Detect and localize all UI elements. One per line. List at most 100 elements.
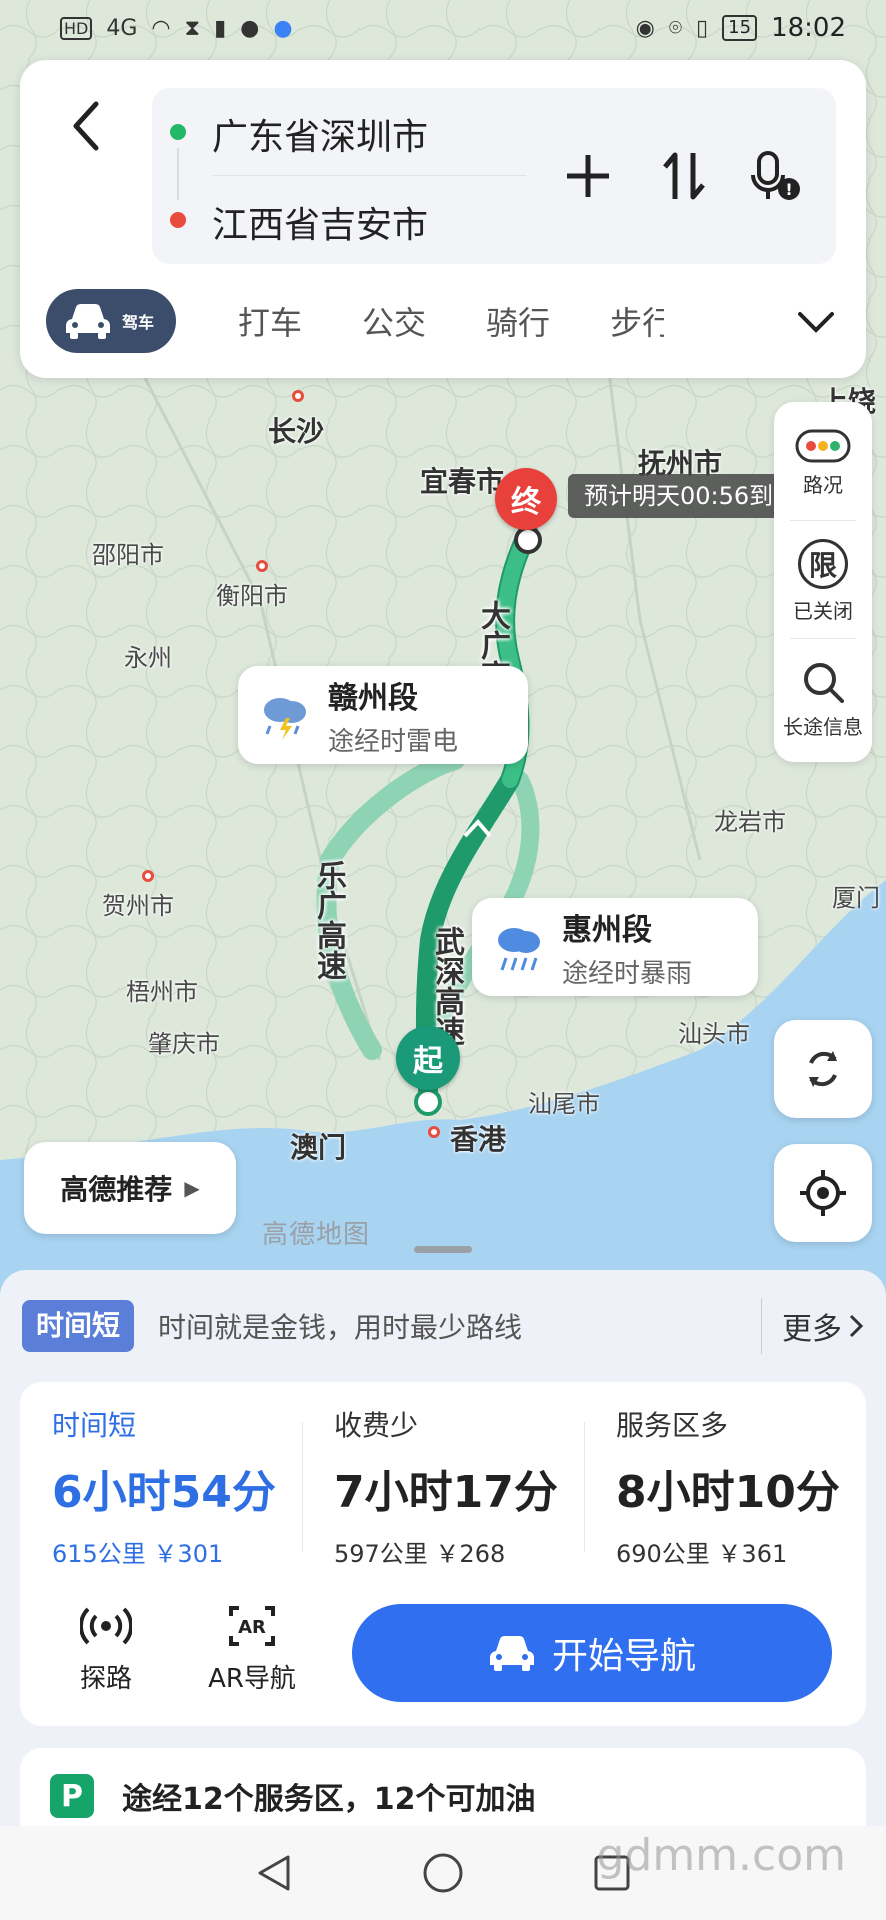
wechat-icon: ● (240, 15, 260, 41)
refresh-button[interactable] (774, 1020, 872, 1118)
city-label: 邵阳市 (92, 541, 164, 569)
city-dot (428, 1126, 440, 1138)
eta-label: 预计明天00:56到 (568, 474, 790, 518)
nav-back-button[interactable] (252, 1851, 296, 1895)
weather-title: 赣州段 (328, 680, 418, 716)
start-marker[interactable]: 起 (396, 1026, 460, 1090)
end-marker[interactable]: 终 (495, 468, 557, 530)
route-option-service-areas[interactable]: 服务区多 8小时10分 690公里 ￥361 (616, 1404, 876, 1569)
road-label: 乐广高速 (311, 860, 346, 980)
route-option-meta: 690公里 ￥361 (616, 1540, 788, 1568)
more-routes-button[interactable]: 更多 (761, 1298, 864, 1354)
traffic-label: 路况 (803, 472, 843, 497)
car-icon (66, 304, 110, 339)
recommend-label: 高德推荐 (60, 1173, 173, 1206)
weather-huizhou[interactable]: 惠州段 途经时暴雨 (472, 898, 758, 996)
divider (212, 175, 526, 176)
route-header-card: 广东省深圳市 江西省吉安市 ! 驾车 打车 公交 骑行 步行 (20, 60, 866, 378)
tab-drive[interactable]: 驾车 (46, 289, 177, 353)
locate-icon (800, 1170, 846, 1216)
voice-button[interactable]: ! (742, 144, 806, 208)
explore-button[interactable]: 探路 (46, 1604, 166, 1695)
explore-label: 探路 (79, 1664, 132, 1694)
restriction-icon: 限 (798, 538, 848, 589)
city-dot (292, 390, 304, 402)
status-bar: HD 4G ◠ ⧗ ▮ ● ● ◉ ⌾ ▯ 15 18:02 (0, 0, 886, 56)
route-option-cheapest[interactable]: 收费少 7小时17分 597公里 ￥268 (334, 1404, 594, 1569)
nav-home-button[interactable] (421, 1851, 465, 1895)
city-label: 龙岩市 (714, 808, 786, 836)
city-label: 厦门 (832, 884, 880, 912)
divider (790, 520, 856, 521)
restriction-toggle[interactable]: 限 已关闭 (774, 526, 872, 636)
route-option-name: 时间短 (52, 1409, 137, 1442)
signal-icon: 4G (106, 15, 138, 41)
app-icon: ● (273, 15, 293, 41)
clock: 18:02 (771, 13, 846, 43)
start-navigation-button[interactable]: 开始导航 (352, 1604, 832, 1702)
route-connector (177, 148, 179, 200)
city-label: 香港 (450, 1123, 507, 1156)
parking-icon: P (50, 1774, 94, 1818)
svg-text:!: ! (785, 180, 792, 199)
tab-taxi[interactable]: 打车 (238, 298, 302, 344)
route-option-name: 服务区多 (616, 1409, 729, 1442)
battery-icon: 15 (722, 15, 758, 41)
city-label: 汕头市 (678, 1020, 750, 1048)
more-label: 更多 (782, 1312, 842, 1347)
traffic-toggle[interactable]: 路况 (774, 408, 872, 518)
ar-nav-button[interactable]: AR AR导航 (192, 1604, 312, 1695)
weather-ganzhou[interactable]: 赣州段 途经时雷电 (238, 666, 528, 764)
add-waypoint-button[interactable] (556, 144, 620, 208)
svg-text:AR: AR (238, 1617, 266, 1638)
tab-drive-label: 驾车 (122, 313, 155, 332)
weather-desc: 途经时雷电 (328, 726, 459, 757)
city-label: 长沙 (268, 415, 325, 448)
route-tip-text: 时间就是金钱，用时最少路线 (158, 1311, 523, 1344)
hd-icon: HD (60, 16, 93, 40)
divider (302, 1422, 303, 1552)
route-option-fastest[interactable]: 时间短 6小时54分 615公里 ￥301 (52, 1404, 312, 1569)
route-option-duration: 7小时17分 (334, 1467, 558, 1518)
swap-icon (663, 152, 705, 200)
long-trip-label: 长途信息 (783, 714, 863, 739)
ar-nav-label: AR导航 (208, 1664, 296, 1694)
weather-desc: 途经时暴雨 (562, 958, 693, 989)
destination-field[interactable]: 江西省吉安市 (212, 196, 428, 248)
eye-icon: ◉ (635, 15, 655, 41)
travel-mode-tabs: 驾车 打车 公交 骑行 步行 (46, 288, 846, 354)
play-arrow-icon: ▶ (184, 1176, 200, 1200)
start-navigation-label: 开始导航 (551, 1636, 696, 1677)
back-button[interactable] (56, 96, 116, 156)
sheet-drag-handle[interactable] (414, 1246, 472, 1253)
locate-button[interactable] (774, 1144, 872, 1242)
city-label: 宜春市 (420, 465, 505, 498)
expand-modes-button[interactable] (792, 298, 840, 346)
search-icon (804, 662, 844, 703)
origin-dot-icon (170, 124, 186, 140)
city-label: 汕尾市 (528, 1090, 600, 1118)
tab-transit[interactable]: 公交 (362, 298, 426, 344)
tab-walk[interactable]: 步行 (610, 298, 664, 344)
thunderstorm-icon (264, 698, 306, 740)
route-options-card: 时间短 6小时54分 615公里 ￥301 收费少 7小时17分 597公里 ￥… (20, 1382, 866, 1726)
broadcast-icon (80, 1607, 132, 1645)
recommend-button[interactable]: 高德推荐 ▶ (24, 1142, 236, 1234)
city-label: 永州 (124, 644, 172, 672)
city-label: 贺州市 (102, 892, 174, 920)
weather-title: 惠州段 (562, 912, 652, 948)
route-sheet: 时间短 时间就是金钱，用时最少路线 更多 时间短 6小时54分 615公里 ￥3… (0, 1270, 886, 1920)
back-arrow-icon (73, 101, 99, 151)
map-side-panel: 路况 限 已关闭 长途信息 (774, 402, 872, 762)
tab-bike[interactable]: 骑行 (486, 298, 550, 344)
long-trip-button[interactable]: 长途信息 (774, 644, 872, 754)
swap-button[interactable] (652, 144, 716, 208)
heavy-rain-icon (498, 928, 540, 971)
ar-icon: AR (229, 1606, 275, 1646)
wifi-icon: ◠ (151, 15, 171, 41)
chevron-right-icon (849, 1314, 864, 1338)
origin-field[interactable]: 广东省深圳市 (212, 108, 428, 160)
city-label: 澳门 (290, 1131, 347, 1164)
divider (790, 638, 856, 639)
route-input-box: 广东省深圳市 江西省吉安市 ! (152, 88, 836, 264)
